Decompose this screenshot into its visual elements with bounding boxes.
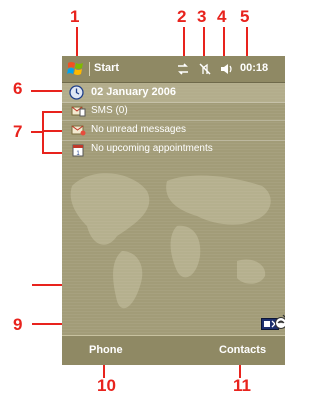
message-icon [71,125,86,136]
callout-7: 7 [13,122,23,141]
callout-1: 1 [70,7,80,26]
sms-icon [71,106,86,117]
callout-line-2 [183,27,185,58]
messages-row[interactable]: No unread messages [62,120,285,141]
speaker-icon[interactable] [219,62,233,76]
contacts-softkey[interactable]: Contacts [219,344,266,356]
world-map-background [70,173,271,309]
callout-9: 9 [13,315,23,334]
appointments-row[interactable]: 1 No upcoming appointments [62,140,285,159]
today-screen: Start 00:18 02 January 2006 SMS (0) No u… [62,56,285,365]
date-label: 02 January 2006 [91,86,177,98]
callout-4: 4 [217,7,227,26]
wireless-status-icon[interactable] [274,314,285,330]
callout-6: 6 [13,79,23,98]
sms-row[interactable]: SMS (0) [62,102,285,121]
windows-start-icon[interactable] [67,60,85,78]
callout-line-1 [76,27,78,59]
callout-line-5 [246,27,248,58]
callout-line-3 [203,27,205,58]
sms-label: SMS (0) [91,105,128,116]
callout-11: 11 [233,376,251,395]
messages-label: No unread messages [91,124,187,135]
callout-5: 5 [240,7,250,26]
callout-2: 2 [177,7,187,26]
phone-softkey[interactable]: Phone [89,344,123,356]
navigation-bar: Start 00:18 [62,56,285,83]
clock-icon [69,85,84,100]
connectivity-icon[interactable] [176,62,190,76]
clock-time[interactable]: 00:18 [240,62,268,74]
calendar-icon: 1 [72,144,84,157]
no-signal-icon[interactable] [198,62,212,76]
start-label[interactable]: Start [94,62,119,74]
callout-line-4 [223,27,225,58]
callout-10: 10 [97,376,116,395]
softkey-bar: Phone Contacts [62,335,285,365]
appointments-label: No upcoming appointments [91,143,213,154]
callout-3: 3 [197,7,207,26]
date-row[interactable]: 02 January 2006 [62,83,285,103]
start-separator [89,62,90,76]
callout-bracket-7 [42,111,44,154]
